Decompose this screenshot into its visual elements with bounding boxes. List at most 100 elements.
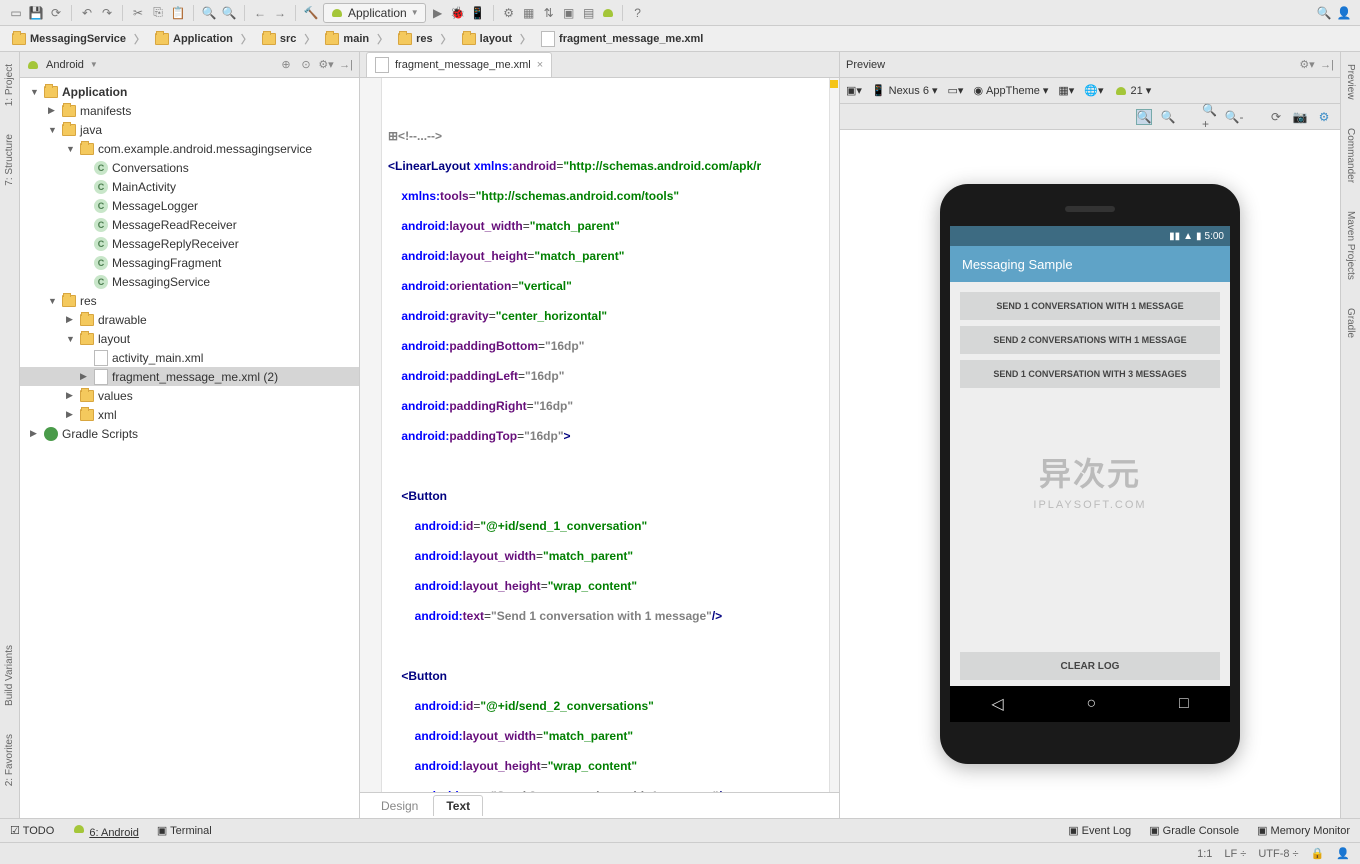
- tree-gradle[interactable]: ▶Gradle Scripts: [20, 424, 359, 443]
- crumb-1[interactable]: Application〉: [151, 31, 256, 47]
- gear-icon[interactable]: ⚙▾: [1300, 58, 1314, 72]
- user-icon[interactable]: 👤: [1336, 5, 1352, 21]
- save-icon[interactable]: 💾: [28, 5, 44, 21]
- tree-res[interactable]: ▼res: [20, 291, 359, 310]
- design-tab[interactable]: Design: [368, 795, 431, 817]
- lock-icon[interactable]: 🔒: [1311, 847, 1325, 860]
- eventlog-tool[interactable]: ▣ Event Log: [1068, 824, 1131, 837]
- tree-layout[interactable]: ▼layout: [20, 329, 359, 348]
- crumb-3[interactable]: main〉: [321, 31, 392, 47]
- rail-favorites[interactable]: 2: Favorites: [4, 730, 15, 790]
- project-tree[interactable]: ▼Application ▶manifests ▼java ▼com.examp…: [20, 78, 359, 818]
- crumb-6[interactable]: fragment_message_me.xml: [537, 31, 707, 47]
- line-sep[interactable]: LF ÷: [1224, 848, 1246, 860]
- crumb-0[interactable]: MessagingService〉: [8, 31, 149, 47]
- close-icon[interactable]: ×: [537, 59, 543, 71]
- tree-manifests[interactable]: ▶manifests: [20, 101, 359, 120]
- gear-icon[interactable]: ⚙▾: [319, 58, 333, 72]
- preview-zoom-bar: 🔍 🔍 🔍+ 🔍- ⟳ 📷 ⚙: [840, 104, 1340, 130]
- rail-gradle[interactable]: Gradle: [1345, 304, 1356, 342]
- hide-icon[interactable]: →|: [1320, 58, 1334, 72]
- inspector-icon[interactable]: 👤: [1336, 847, 1350, 860]
- todo-tool[interactable]: ☑ TODO: [10, 824, 54, 837]
- help-icon[interactable]: ?: [630, 5, 646, 21]
- paste-icon[interactable]: 📋: [170, 5, 186, 21]
- crumb-4[interactable]: res〉: [394, 31, 456, 47]
- theme-select[interactable]: ◉AppTheme▾: [973, 84, 1048, 97]
- tree-xml[interactable]: ▶xml: [20, 405, 359, 424]
- make-icon[interactable]: 🔨: [303, 5, 319, 21]
- status-bar: ▮▮ ▲ ▮ 5:00: [950, 226, 1230, 246]
- terminal-tool[interactable]: ▣ Terminal: [157, 824, 212, 837]
- target-icon[interactable]: ⊙: [299, 58, 313, 72]
- hide-icon[interactable]: →|: [339, 58, 353, 72]
- search-icon[interactable]: 🔍: [1316, 5, 1332, 21]
- tree-java[interactable]: ▼java: [20, 120, 359, 139]
- tree-values[interactable]: ▶values: [20, 386, 359, 405]
- tree-file[interactable]: activity_main.xml: [20, 348, 359, 367]
- rail-commander[interactable]: Commander: [1345, 124, 1356, 187]
- tree-class[interactable]: CMessagingFragment: [20, 253, 359, 272]
- locale-icon[interactable]: 🌐▾: [1084, 84, 1103, 97]
- zoom-actual-icon[interactable]: 🔍: [1160, 109, 1176, 125]
- preview-canvas[interactable]: ▮▮ ▲ ▮ 5:00 Messaging Sample SEND 1 CONV…: [840, 130, 1340, 818]
- encoding[interactable]: UTF-8 ÷: [1258, 848, 1298, 860]
- cut-icon[interactable]: ✂: [130, 5, 146, 21]
- rail-maven[interactable]: Maven Projects: [1345, 207, 1356, 284]
- sdk-icon[interactable]: ⇅: [541, 5, 557, 21]
- tree-drawable[interactable]: ▶drawable: [20, 310, 359, 329]
- collapse-icon[interactable]: ⊕: [279, 58, 293, 72]
- editor-tab[interactable]: fragment_message_me.xml ×: [366, 52, 552, 77]
- tree-class[interactable]: CConversations: [20, 158, 359, 177]
- undo-icon[interactable]: ↶: [79, 5, 95, 21]
- run-config-selector[interactable]: Application ▼: [323, 3, 426, 23]
- android-icon-2[interactable]: [601, 6, 615, 20]
- back-icon[interactable]: ←: [252, 5, 268, 21]
- run-icon[interactable]: ▶: [430, 5, 446, 21]
- settings-icon[interactable]: ⚙: [1316, 109, 1332, 125]
- crumb-5[interactable]: layout〉: [458, 31, 535, 47]
- rail-preview[interactable]: Preview: [1345, 60, 1356, 104]
- gradle-console-tool[interactable]: ▣ Gradle Console: [1149, 824, 1239, 837]
- api-select[interactable]: 21▾: [1114, 84, 1152, 98]
- zoom-fit-icon[interactable]: 🔍: [1136, 109, 1152, 125]
- settings-icon[interactable]: ⚙: [501, 5, 517, 21]
- zoom-in-icon[interactable]: 🔍+: [1202, 109, 1218, 125]
- tree-class[interactable]: CMainActivity: [20, 177, 359, 196]
- orientation-icon[interactable]: ▭▾: [948, 84, 964, 97]
- tree-package[interactable]: ▼com.example.android.messagingservice: [20, 139, 359, 158]
- crumb-2[interactable]: src〉: [258, 31, 320, 47]
- rail-project[interactable]: 1: Project: [4, 60, 15, 110]
- project-struct-icon[interactable]: ▦: [521, 5, 537, 21]
- zoom-in-icon[interactable]: 🔍: [201, 5, 217, 21]
- variant-icon[interactable]: ▦▾: [1058, 84, 1074, 97]
- open-icon[interactable]: ▭: [8, 5, 24, 21]
- zoom-out-icon[interactable]: 🔍-: [1226, 109, 1242, 125]
- memory-tool[interactable]: ▣ Memory Monitor: [1257, 824, 1350, 837]
- tree-class[interactable]: CMessageReplyReceiver: [20, 234, 359, 253]
- tree-app[interactable]: ▼Application: [20, 82, 359, 101]
- tree-class[interactable]: CMessageReadReceiver: [20, 215, 359, 234]
- zoom-out-icon[interactable]: 🔍: [221, 5, 237, 21]
- project-mode[interactable]: Android: [46, 59, 84, 71]
- forward-icon[interactable]: →: [272, 5, 288, 21]
- avd-icon[interactable]: ▣: [561, 5, 577, 21]
- text-tab[interactable]: Text: [433, 795, 483, 816]
- device-select[interactable]: 📱Nexus 6▾: [872, 84, 938, 97]
- debug-icon[interactable]: 🐞: [450, 5, 466, 21]
- rail-structure[interactable]: 7: Structure: [4, 130, 15, 190]
- attach-icon[interactable]: 📱: [470, 5, 486, 21]
- copy-icon[interactable]: ⎘: [150, 5, 166, 21]
- tree-file-selected[interactable]: ▶fragment_message_me.xml (2): [20, 367, 359, 386]
- config-icon[interactable]: ▣▾: [846, 84, 862, 97]
- rail-build-variants[interactable]: Build Variants: [4, 641, 15, 710]
- monitor-icon[interactable]: ▤: [581, 5, 597, 21]
- refresh-icon[interactable]: ⟳: [1268, 109, 1284, 125]
- code-editor[interactable]: ⊞<!--...--> <LinearLayout xmlns:android=…: [360, 78, 839, 792]
- android-tool[interactable]: 6: Android: [72, 822, 139, 839]
- screenshot-icon[interactable]: 📷: [1292, 109, 1308, 125]
- tree-class[interactable]: CMessagingService: [20, 272, 359, 291]
- sync-icon[interactable]: ⟳: [48, 5, 64, 21]
- redo-icon[interactable]: ↷: [99, 5, 115, 21]
- tree-class[interactable]: CMessageLogger: [20, 196, 359, 215]
